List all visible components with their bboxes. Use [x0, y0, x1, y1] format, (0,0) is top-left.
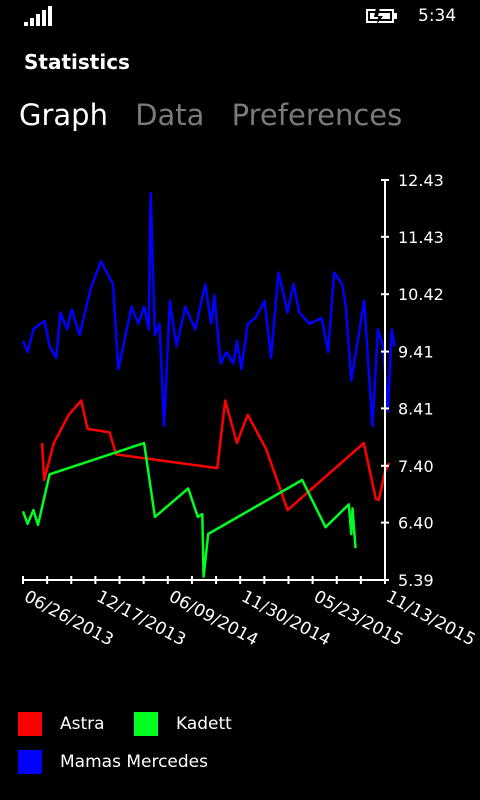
app-title: Statistics: [24, 50, 130, 74]
legend-item-kadett: Kadett: [134, 712, 232, 736]
y-tick-label: 11.43: [398, 228, 444, 247]
signal-strength-icon: [24, 6, 52, 26]
legend-swatch-kadett: [134, 712, 158, 736]
battery-charging-icon: [366, 8, 397, 24]
y-tick-label: 9.41: [398, 343, 434, 362]
tab-preferences[interactable]: Preferences: [232, 98, 403, 132]
y-tick-label: 7.40: [398, 457, 434, 476]
series-line-mamas-mercedes: [21, 191, 396, 428]
clock: 5:34: [418, 6, 457, 26]
status-bar: 5:34: [0, 0, 480, 34]
legend-label-astra: Astra: [60, 714, 105, 734]
legend-label-kadett: Kadett: [176, 714, 232, 734]
y-tick-label: 8.41: [398, 399, 434, 418]
y-tick-label: 6.40: [398, 514, 434, 533]
tab-graph[interactable]: Graph: [19, 98, 108, 132]
y-tick-label: 12.43: [398, 171, 444, 190]
pivot-header: Graph Data Preferences: [19, 98, 420, 132]
legend-item-mamas-mercedes: Mamas Mercedes: [18, 750, 208, 774]
tab-data[interactable]: Data: [135, 98, 204, 132]
statistics-chart: 06/26/201312/17/201306/09/201411/30/2014…: [21, 171, 479, 650]
legend-label-mamas-mercedes: Mamas Mercedes: [60, 752, 208, 772]
legend-swatch-mamas-mercedes: [18, 750, 42, 774]
y-tick-label: 10.42: [398, 285, 444, 304]
legend-swatch-astra: [18, 712, 42, 736]
series-line-astra: [40, 399, 391, 512]
legend-item-astra: Astra: [18, 712, 105, 736]
y-tick-label: 5.39: [398, 571, 434, 590]
